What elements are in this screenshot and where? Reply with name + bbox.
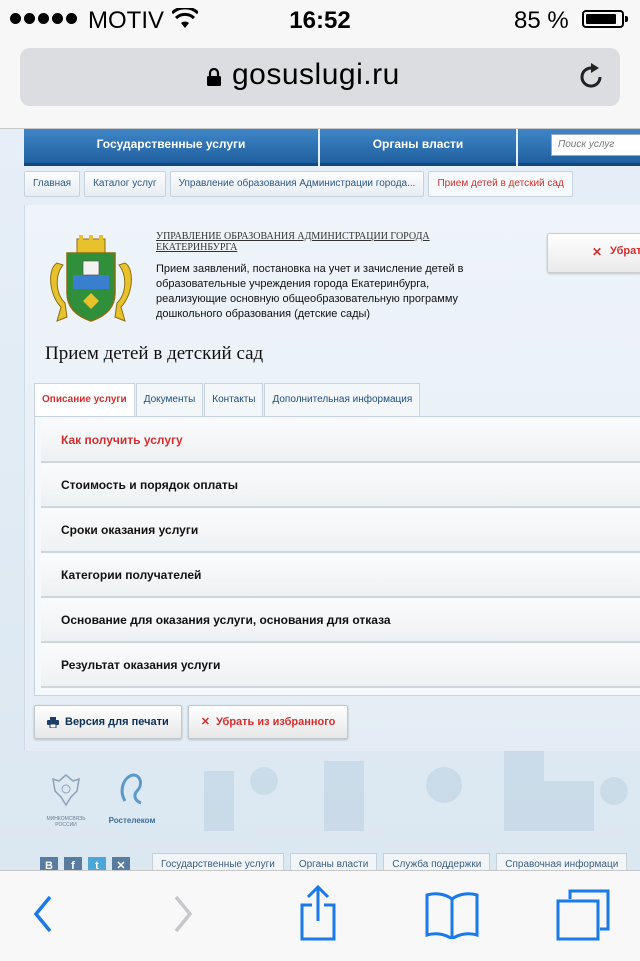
footer-link-reference[interactable]: Справочная информаци <box>496 853 628 870</box>
accordion-label: Как получить услугу <box>61 433 183 447</box>
status-bar: MOTIV 16:52 85 % <box>0 0 640 40</box>
coat-of-arms-icon <box>50 235 132 322</box>
breadcrumb-home[interactable]: Главная <box>24 171 81 197</box>
breadcrumb: Главная Каталог услуг Управление образов… <box>24 171 573 197</box>
print-version-label: Версия для печати <box>65 716 169 728</box>
breadcrumb-current: Прием детей в детский сад <box>428 171 573 197</box>
url-text: gosuslugi.ru <box>232 58 400 91</box>
accordion-label: Результат оказания услуги <box>61 658 221 672</box>
accordion-recipients[interactable]: Категории получателей <box>41 554 640 598</box>
tab-contacts[interactable]: Контакты <box>204 383 264 416</box>
search-input[interactable]: Поиск услуг <box>551 134 640 156</box>
footer-link-support[interactable]: Служба поддержки <box>383 853 491 870</box>
footer-link-authorities[interactable]: Органы власти <box>289 853 378 870</box>
accordion-cost[interactable]: Стоимость и порядок оплаты <box>41 464 640 508</box>
facebook-icon[interactable]: f <box>64 857 82 870</box>
web-page: Государственные услуги Органы власти Пои… <box>0 129 640 870</box>
close-icon: ✕ <box>200 716 210 728</box>
tabs-icon[interactable] <box>556 889 610 941</box>
social-links: В f t ✕ <box>40 857 130 870</box>
battery-percent: 85 % <box>514 7 569 34</box>
page-title: Прием детей в детский сад <box>45 343 264 364</box>
share-icon[interactable] <box>296 885 340 941</box>
breadcrumb-catalog[interactable]: Каталог услуг <box>84 171 166 197</box>
org-name-link[interactable]: Управление образования Администрации гор… <box>156 231 476 253</box>
remove-favorite-button[interactable]: ✕ Убрать из избранного <box>187 705 349 739</box>
remove-favorite-label: Убрать из избранного <box>215 716 336 728</box>
footer-link-gov-services[interactable]: Государственные услуги <box>152 853 284 870</box>
reload-icon[interactable] <box>576 62 606 92</box>
browser-chrome: gosuslugi.ru <box>0 40 640 129</box>
vk-icon[interactable]: В <box>40 857 58 870</box>
forward-icon[interactable] <box>168 891 198 937</box>
footer-links: Государственные услуги Органы власти Слу… <box>152 853 628 870</box>
remove-favorite-label: Убрат <box>610 245 640 257</box>
accordion-label: Основание для оказания услуги, основания… <box>61 613 391 627</box>
print-version-button[interactable]: Версия для печати <box>34 705 182 739</box>
accordion-result[interactable]: Результат оказания услуги <box>41 644 640 688</box>
top-navigation: Государственные услуги Органы власти Пои… <box>24 129 640 166</box>
lock-icon <box>207 68 221 86</box>
service-card: Управление образования Администрации гор… <box>24 205 640 751</box>
tab-description[interactable]: Описание услуги <box>34 383 135 417</box>
accordion-how-to-get[interactable]: Как получить услугу <box>41 419 640 463</box>
address-bar[interactable]: gosuslugi.ru <box>20 48 620 106</box>
footer: МИНКОМСВЯЗЬ РОССИИ Ростелеком В f t ✕ Го… <box>24 751 640 870</box>
rostelecom-logo[interactable]: Ростелеком <box>104 771 160 825</box>
tab-panel: Как получить услугу Стоимость и порядок … <box>34 416 640 696</box>
battery-icon <box>582 10 628 28</box>
rostelecom-caption: Ростелеком <box>108 816 156 825</box>
service-description: Прием заявлений, постановка на учет и за… <box>156 263 464 320</box>
accordion-label: Стоимость и порядок оплаты <box>61 478 238 492</box>
accordion-terms[interactable]: Сроки оказания услуги <box>41 509 640 553</box>
accordion-label: Категории получателей <box>61 568 202 582</box>
eagle-emblem-icon <box>52 774 80 807</box>
tab-additional-info[interactable]: Дополнительная информация <box>264 383 421 416</box>
ministry-caption: МИНКОМСВЯЗЬ РОССИИ <box>46 816 86 828</box>
action-buttons: Версия для печати ✕ Убрать из избранного <box>34 705 349 739</box>
nav-gov-services[interactable]: Государственные услуги <box>24 129 318 166</box>
nav-authorities[interactable]: Органы власти <box>320 129 516 166</box>
remove-favorite-button-top[interactable]: ✕ Убрат <box>547 233 640 273</box>
twitter-icon[interactable]: t <box>88 857 106 870</box>
accordion-label: Сроки оказания услуги <box>61 523 199 537</box>
tab-bar: Описание услуги Документы Контакты Допол… <box>34 383 421 417</box>
ministry-logo[interactable]: МИНКОМСВЯЗЬ РОССИИ <box>36 771 96 828</box>
close-icon: ✕ <box>592 245 603 259</box>
accordion-grounds[interactable]: Основание для оказания услуги, основания… <box>41 599 640 643</box>
browser-toolbar <box>0 870 640 961</box>
other-social-icon[interactable]: ✕ <box>112 857 130 870</box>
breadcrumb-department[interactable]: Управление образования Администрации гор… <box>169 171 425 197</box>
back-icon[interactable] <box>28 891 58 937</box>
bookmarks-icon[interactable] <box>424 891 480 939</box>
printer-icon <box>47 716 59 728</box>
tab-documents[interactable]: Документы <box>135 383 204 416</box>
rostelecom-icon <box>120 773 142 805</box>
